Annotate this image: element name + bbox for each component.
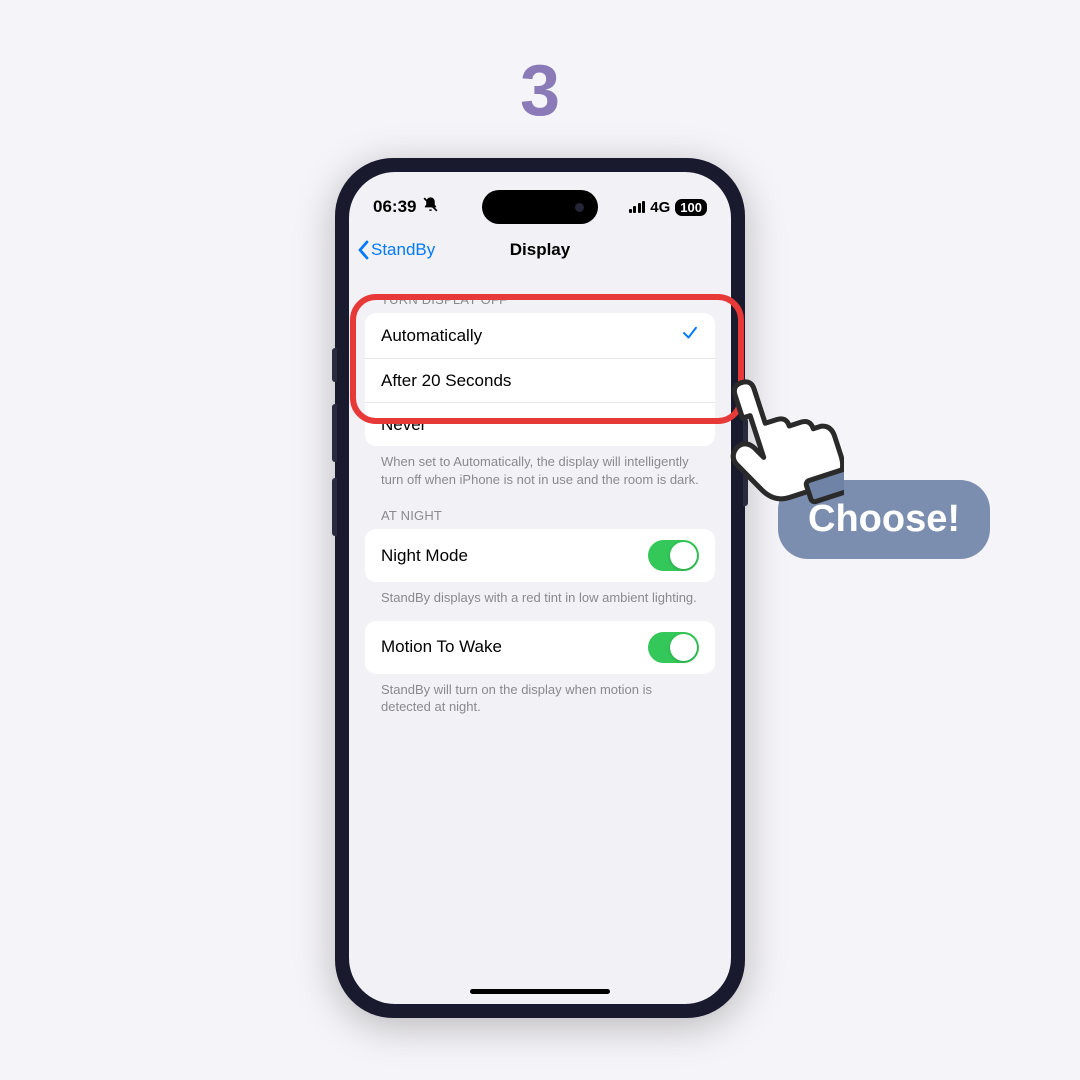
home-indicator[interactable] xyxy=(470,989,610,994)
signal-icon xyxy=(629,201,646,213)
option-label: After 20 Seconds xyxy=(381,371,511,391)
camera-dot xyxy=(575,203,584,212)
back-label: StandBy xyxy=(371,240,435,260)
option-after-20-seconds[interactable]: After 20 Seconds xyxy=(365,358,715,402)
step-number: 3 xyxy=(520,50,560,132)
motion-to-wake-label: Motion To Wake xyxy=(381,637,502,657)
motion-to-wake-row[interactable]: Motion To Wake xyxy=(365,621,715,674)
option-automatically[interactable]: Automatically xyxy=(365,313,715,358)
bell-slash-icon xyxy=(422,196,439,218)
back-button[interactable]: StandBy xyxy=(357,240,435,260)
option-never[interactable]: Never xyxy=(365,402,715,446)
motion-footer: StandBy will turn on the display when mo… xyxy=(365,674,715,716)
pointing-hand-icon xyxy=(714,368,844,518)
status-time: 06:39 xyxy=(373,197,416,217)
phone-side-button xyxy=(332,404,337,462)
chevron-left-icon xyxy=(357,240,369,260)
night-mode-row[interactable]: Night Mode xyxy=(365,529,715,582)
night-mode-footer: StandBy displays with a red tint in low … xyxy=(365,582,715,607)
phone-side-button xyxy=(332,478,337,536)
page-title: Display xyxy=(510,240,570,260)
dynamic-island xyxy=(482,190,598,224)
option-label: Never xyxy=(381,415,426,435)
network-label: 4G xyxy=(650,199,670,216)
checkmark-icon xyxy=(681,324,699,347)
night-mode-toggle[interactable] xyxy=(648,540,699,571)
phone-frame: 06:39 4G 100 StandBy Display TURN DISPLA… xyxy=(335,158,745,1018)
section-header-night: AT NIGHT xyxy=(365,488,715,529)
section-footer-turn-off: When set to Automatically, the display w… xyxy=(365,446,715,488)
night-mode-group: Night Mode xyxy=(365,529,715,582)
battery-indicator: 100 xyxy=(675,199,707,216)
phone-screen: 06:39 4G 100 StandBy Display TURN DISPLA… xyxy=(349,172,731,1004)
turn-off-options-group: Automatically After 20 Seconds Never xyxy=(365,313,715,446)
motion-to-wake-toggle[interactable] xyxy=(648,632,699,663)
phone-side-button xyxy=(332,348,337,382)
option-label: Automatically xyxy=(381,326,482,346)
night-mode-label: Night Mode xyxy=(381,546,468,566)
section-header-turn-off: TURN DISPLAY OFF xyxy=(365,272,715,313)
nav-bar: StandBy Display xyxy=(349,228,731,272)
motion-group: Motion To Wake xyxy=(365,621,715,674)
